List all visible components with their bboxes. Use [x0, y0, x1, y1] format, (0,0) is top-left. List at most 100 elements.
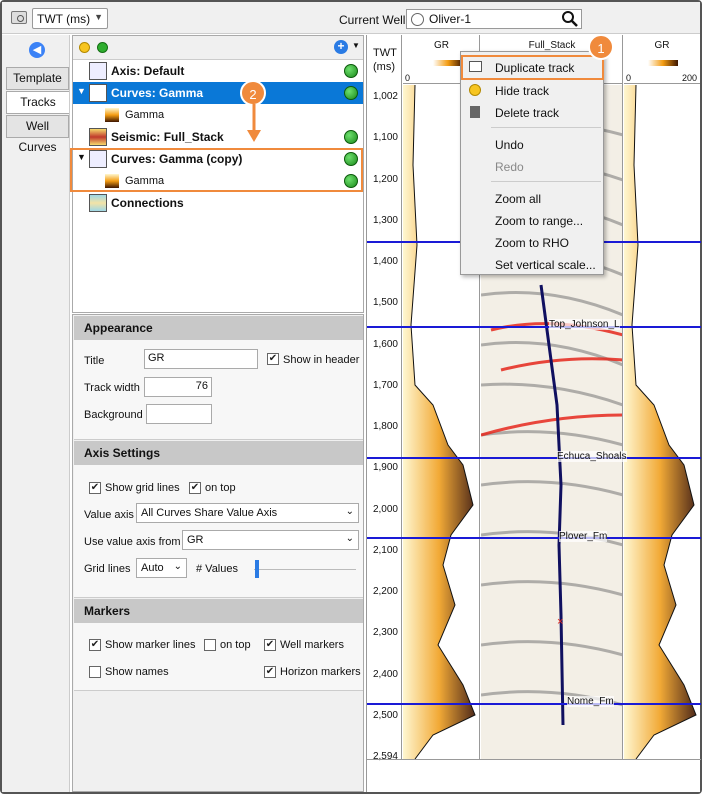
- menu-item-zoom-all[interactable]: Zoom all: [461, 187, 603, 209]
- highlight-box: [70, 148, 363, 192]
- menu-separator: [491, 181, 601, 182]
- tree-item-axis[interactable]: Axis: Default: [73, 60, 363, 82]
- menu-item-redo[interactable]: Redo: [461, 155, 603, 177]
- visible-status-icon[interactable]: [344, 64, 358, 78]
- show-names-label: Show names: [105, 666, 169, 678]
- gr-log-curve: [624, 85, 697, 759]
- well-markers-label: Well markers: [280, 639, 344, 651]
- tick-label: 2,500: [372, 709, 398, 721]
- seismic-icon: [89, 128, 107, 146]
- visible-status-icon[interactable]: [344, 130, 358, 144]
- marker-label: Top_Johnson_L: [549, 319, 620, 330]
- value-axis-dropdown[interactable]: All Curves Share Value Axis ⌄: [136, 503, 359, 523]
- visible-status-icon[interactable]: [344, 86, 358, 100]
- tick-label: 1,002: [372, 91, 398, 102]
- track-header: GR 0 200: [624, 35, 700, 84]
- markers-on-top-checkbox[interactable]: [204, 639, 216, 651]
- markers-header[interactable]: Markers: [74, 599, 363, 623]
- tree-item-label: Axis: Default: [111, 64, 185, 78]
- horizon-line: [367, 326, 701, 328]
- green-dot-icon[interactable]: [97, 42, 108, 53]
- tree-item-label: Gamma: [125, 109, 165, 121]
- values-slider-handle[interactable]: [255, 560, 259, 578]
- tick-label: 1,400: [372, 256, 398, 267]
- show-in-header-checkbox[interactable]: [267, 353, 279, 365]
- current-well-value: Oliver-1: [429, 12, 472, 26]
- tick-label: 1,300: [372, 214, 398, 226]
- track-width-input[interactable]: 76: [144, 377, 212, 397]
- markers-section: Show marker lines on top Well markers Sh…: [74, 623, 363, 691]
- grid-on-top-checkbox[interactable]: [189, 482, 201, 494]
- values-label: # Values: [196, 563, 238, 575]
- value-axis-label: Value axis: [84, 509, 134, 521]
- menu-item-delete-track[interactable]: Delete track: [461, 101, 603, 123]
- tick-label: 1,500: [372, 297, 398, 309]
- tick-label: 1,100: [372, 132, 398, 144]
- tree-item-seismic[interactable]: Seismic: Full_Stack: [73, 126, 363, 148]
- appearance-header[interactable]: Appearance: [74, 316, 363, 340]
- show-marker-lines-checkbox[interactable]: [89, 639, 101, 651]
- tree-item-label: Curves: Gamma: [111, 86, 204, 100]
- menu-item-set-vertical-scale[interactable]: Set vertical scale...: [461, 253, 603, 275]
- back-arrow-icon[interactable]: ◀: [29, 42, 45, 58]
- collapse-arrow-icon[interactable]: ▼: [77, 86, 86, 96]
- value-axis-value: All Curves Share Value Axis: [141, 507, 278, 519]
- yellow-dot-icon[interactable]: [79, 42, 90, 53]
- tree-item-label: Connections: [111, 196, 184, 210]
- tree-item-curves-gamma[interactable]: ▼ Curves: Gamma: [73, 82, 363, 104]
- title-label: Title: [84, 355, 105, 367]
- values-slider-track[interactable]: [254, 569, 356, 570]
- well-markers-checkbox[interactable]: [264, 639, 276, 651]
- axis-settings-header[interactable]: Axis Settings: [74, 441, 363, 465]
- track-properties-panel: Appearance Title GR Show in header Track…: [72, 314, 364, 792]
- background-color-swatch[interactable]: [146, 404, 212, 424]
- connections-icon: [89, 194, 107, 212]
- track-title: GR: [654, 40, 670, 51]
- horizon-line: [367, 537, 701, 539]
- grid-lines-dropdown[interactable]: Auto ⌄: [136, 558, 187, 578]
- chevron-down-icon: ⌄: [345, 533, 354, 544]
- add-icon[interactable]: +: [334, 40, 348, 54]
- track-gr-2[interactable]: GR 0 200: [624, 35, 700, 759]
- marker-label: Plover_Fm: [559, 531, 608, 542]
- search-icon[interactable]: [561, 10, 579, 28]
- tab-template[interactable]: Template: [6, 67, 69, 90]
- horizon-markers-checkbox[interactable]: [264, 666, 276, 678]
- tick-label: 1,700: [372, 379, 398, 391]
- grid-lines-value: Auto: [141, 562, 164, 574]
- top-toolbar: TWT (ms) ▼ Current Well Oliver-1: [2, 2, 700, 34]
- svg-text:×: ×: [557, 616, 563, 628]
- time-domain-select[interactable]: TWT (ms) ▼: [32, 8, 108, 29]
- show-grid-lines-checkbox[interactable]: [89, 482, 101, 494]
- menu-item-undo[interactable]: Undo: [461, 133, 603, 155]
- tick-label: 1,200: [372, 173, 398, 185]
- menu-item-zoom-to-rho[interactable]: Zoom to RHO: [461, 231, 603, 253]
- chevron-down-icon: ▼: [94, 12, 103, 22]
- use-value-axis-label: Use value axis from: [84, 536, 181, 548]
- current-well-field[interactable]: Oliver-1: [406, 9, 582, 29]
- callout-2: 2: [240, 80, 266, 106]
- current-well-label: Current Well: [339, 13, 406, 27]
- marker-label: Echuca_Shoals: [557, 451, 627, 462]
- tick-label: 2,300: [372, 627, 398, 639]
- horizon-line: [367, 703, 701, 705]
- well-circle-icon: [411, 13, 424, 26]
- tab-well-curves[interactable]: Well Curves: [6, 115, 69, 154]
- tick-label: 2,200: [372, 586, 398, 597]
- side-tab-strip: ◀ Template Tracks Well Curves: [2, 35, 70, 792]
- tree-item-label: Seismic: Full_Stack: [111, 130, 224, 144]
- down-arrow-icon: [247, 104, 261, 142]
- menu-item-zoom-to-range[interactable]: Zoom to range...: [461, 209, 603, 231]
- title-input[interactable]: GR: [144, 349, 258, 369]
- show-names-checkbox[interactable]: [89, 666, 101, 678]
- use-value-axis-dropdown[interactable]: GR ⌄: [182, 530, 359, 550]
- chevron-down-icon: ⌄: [173, 561, 182, 572]
- tree-item-gamma[interactable]: Gamma: [73, 104, 363, 126]
- tab-tracks[interactable]: Tracks: [6, 91, 69, 114]
- axis-settings-section: Show grid lines on top Value axis All Cu…: [74, 465, 363, 598]
- tree-item-connections[interactable]: Connections: [73, 192, 363, 214]
- chevron-down-icon[interactable]: ▼: [352, 41, 360, 50]
- camera-icon[interactable]: [11, 11, 27, 24]
- menu-item-hide-track[interactable]: Hide track: [461, 79, 603, 101]
- curves-icon: [89, 84, 107, 102]
